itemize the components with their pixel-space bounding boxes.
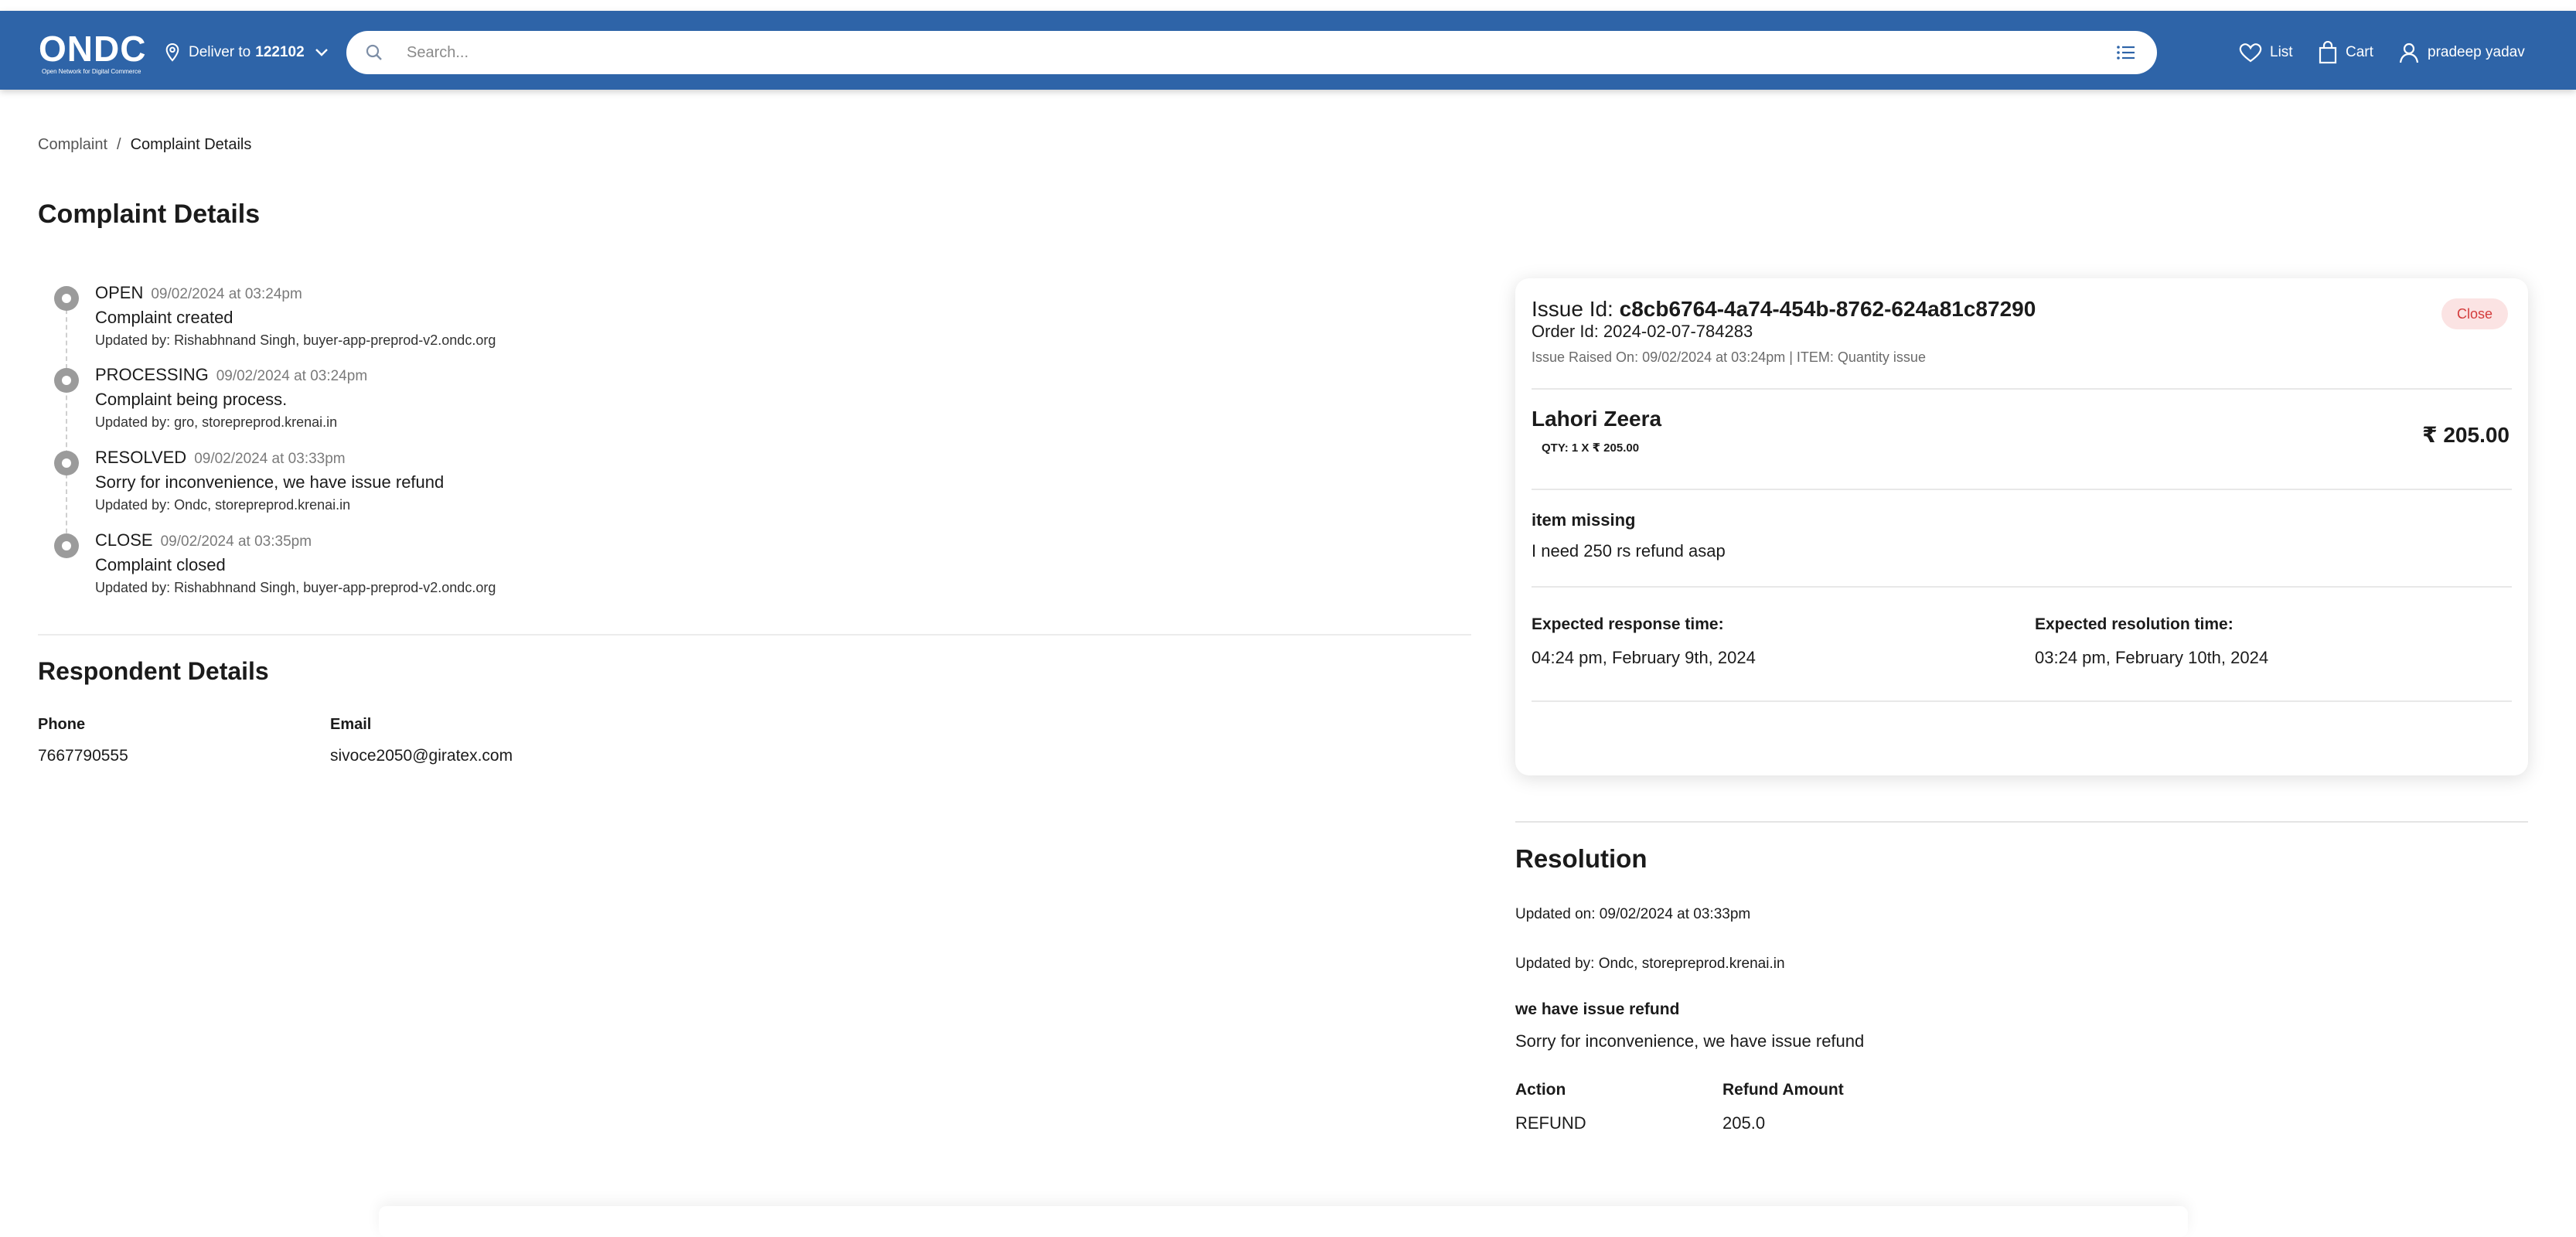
timeline-updated-by: Updated by: Rishabhnand Singh, buyer-app… — [95, 580, 496, 595]
action-label: Action — [1515, 1081, 1566, 1099]
cart-link[interactable]: Cart — [2318, 39, 2373, 66]
product-qty: QTY: 1 X ₹ 205.00 — [1542, 441, 1640, 455]
card-divider — [1532, 586, 2512, 588]
timeline-dot — [54, 451, 79, 475]
list-label: List — [2270, 44, 2293, 60]
timeline-status: PROCESSING — [95, 365, 209, 384]
timeline-updated-by: Updated by: Rishabhnand Singh, buyer-app… — [95, 332, 496, 348]
timeline-time: 09/02/2024 at 03:24pm — [216, 368, 368, 384]
timeline-description: Sorry for inconvenience, we have issue r… — [95, 472, 445, 492]
logo-text: ONDC — [39, 29, 147, 69]
issue-raised-on: Issue Raised On: 09/02/2024 at 03:24pm |… — [1532, 349, 1926, 365]
expected-resolution-value: 03:24 pm, February 10th, 2024 — [2035, 648, 2269, 667]
timeline-dot — [54, 368, 79, 393]
list-link[interactable]: List — [2239, 39, 2293, 66]
search-bar[interactable] — [346, 31, 2157, 74]
top-navbar: ONDC Open Network for Digital Commerce D… — [0, 11, 2576, 90]
refund-amount-label: Refund Amount — [1722, 1081, 1844, 1099]
phone-value: 7667790555 — [38, 747, 128, 765]
breadcrumb-complaint[interactable]: Complaint — [38, 136, 107, 153]
timeline-status: CLOSE — [95, 530, 153, 550]
timeline-time: 09/02/2024 at 03:35pm — [160, 533, 312, 550]
timeline-dot — [54, 286, 79, 311]
breadcrumb-current: Complaint Details — [130, 136, 252, 153]
expected-resolution-label: Expected resolution time: — [2035, 615, 2234, 633]
heart-icon — [2239, 43, 2262, 63]
respondent-title: Respondent Details — [38, 657, 269, 685]
expected-response-label: Expected response time: — [1532, 615, 1724, 633]
timeline-updated-by: Updated by: Ondc, storepreprod.krenai.in — [95, 497, 351, 513]
top-band — [0, 0, 2576, 11]
issue-id: Issue Id: c8cb6764-4a74-454b-8762-624a81… — [1532, 297, 2036, 322]
search-input[interactable] — [405, 43, 2115, 63]
card-divider — [1532, 388, 2512, 390]
timeline-description: Complaint created — [95, 308, 233, 327]
timeline-status: OPEN — [95, 283, 144, 302]
timeline-description: Complaint closed — [95, 555, 226, 574]
order-id: Order Id: 2024-02-07-784283 — [1532, 322, 1753, 341]
breadcrumb: Complaint / Complaint Details — [38, 136, 251, 154]
deliver-pincode: 122102 — [255, 44, 305, 60]
timeline-dot — [54, 533, 79, 558]
deliver-to-selector[interactable]: Deliver to 122102 — [164, 39, 329, 66]
filter-list-icon[interactable] — [2115, 43, 2137, 62]
issue-id-label: Issue Id: — [1532, 297, 1613, 321]
timeline-connector — [66, 302, 67, 557]
expected-response-value: 04:24 pm, February 9th, 2024 — [1532, 648, 1756, 667]
issue-card: Issue Id: c8cb6764-4a74-454b-8762-624a81… — [1515, 278, 2528, 775]
resolution-divider — [1515, 821, 2528, 823]
section-divider — [38, 634, 1471, 636]
cart-label: Cart — [2346, 44, 2373, 60]
issue-short-description: item missing — [1532, 510, 1636, 530]
timeline-time: 09/02/2024 at 03:24pm — [151, 286, 302, 302]
resolution-title: Resolution — [1515, 844, 1647, 873]
user-menu[interactable]: pradeep yadav — [2398, 39, 2525, 66]
resolution-long-description: Sorry for inconvenience, we have issue r… — [1515, 1031, 1865, 1051]
breadcrumb-separator: / — [117, 136, 121, 153]
location-pin-icon — [165, 43, 179, 62]
card-divider — [1532, 700, 2512, 702]
user-name: pradeep yadav — [2428, 44, 2525, 60]
page-title: Complaint Details — [38, 199, 261, 229]
resolution-updated-on: Updated on: 09/02/2024 at 03:33pm — [1515, 906, 1751, 922]
product-name: Lahori Zeera — [1532, 407, 1662, 431]
issue-long-description: I need 250 rs refund asap — [1532, 541, 1726, 561]
chevron-down-icon — [315, 49, 328, 56]
issue-id-value: c8cb6764-4a74-454b-8762-624a81c87290 — [1619, 297, 2036, 321]
action-value: REFUND — [1515, 1113, 1586, 1133]
search-icon — [366, 44, 382, 60]
refund-amount-value: 205.0 — [1722, 1113, 1766, 1133]
product-price: ₹ 205.00 — [2422, 423, 2510, 447]
logo-tagline: Open Network for Digital Commerce — [42, 68, 141, 75]
email-value: sivoce2050@giratex.com — [330, 747, 513, 765]
deliver-prefix: Deliver to — [189, 44, 251, 60]
close-issue-button[interactable]: Close — [2441, 298, 2508, 329]
phone-label: Phone — [38, 716, 86, 733]
footer-edge — [379, 1206, 2188, 1237]
timeline-description: Complaint being process. — [95, 390, 288, 409]
card-divider — [1532, 489, 2512, 490]
ondc-logo[interactable]: ONDC Open Network for Digital Commerce — [39, 29, 147, 75]
user-icon — [2399, 43, 2419, 63]
timeline-status: RESOLVED — [95, 448, 187, 467]
timeline-updated-by: Updated by: gro, storepreprod.krenai.in — [95, 414, 338, 430]
cart-bag-icon — [2319, 41, 2337, 64]
timeline-time: 09/02/2024 at 03:33pm — [194, 451, 346, 467]
email-label: Email — [330, 716, 372, 733]
resolution-updated-by: Updated by: Ondc, storepreprod.krenai.in — [1515, 956, 1785, 972]
resolution-short-description: we have issue refund — [1515, 1000, 1680, 1018]
